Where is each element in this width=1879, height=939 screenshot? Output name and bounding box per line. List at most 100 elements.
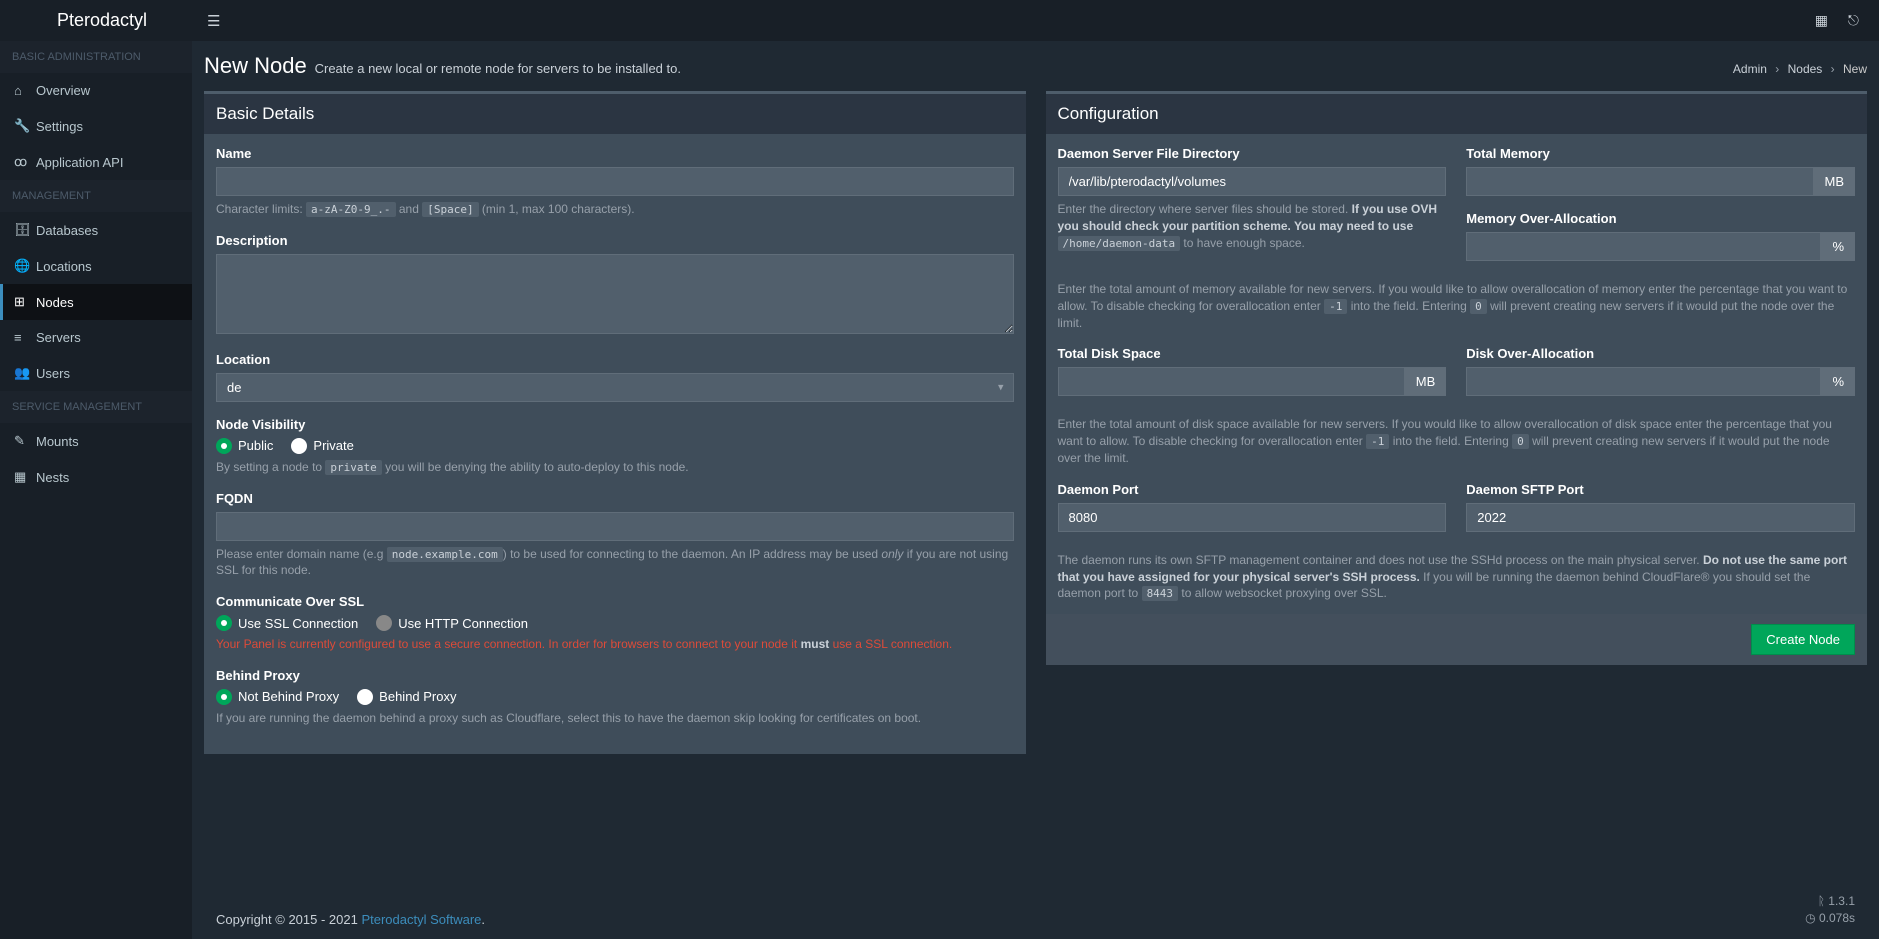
home-icon: ⌂ xyxy=(14,83,36,98)
sidebar-item-label: Nests xyxy=(36,470,69,485)
sidebar-item-label: Application API xyxy=(36,155,123,170)
memory-input[interactable] xyxy=(1466,167,1813,196)
radio-label: Public xyxy=(238,438,273,453)
sidebar-item-label: Users xyxy=(36,366,70,381)
sidebar-item-databases[interactable]: 🗄 Databases xyxy=(0,212,192,248)
memory-label: Total Memory xyxy=(1466,146,1855,161)
sidebar-item-nodes[interactable]: ⊞ Nodes xyxy=(0,284,192,320)
sftp-port-label: Daemon SFTP Port xyxy=(1466,482,1855,497)
sidebar-item-api[interactable]: ꝏ Application API xyxy=(0,144,192,180)
name-input[interactable] xyxy=(216,167,1014,196)
sidebar-item-label: Locations xyxy=(36,259,92,274)
code-branch-icon: ᚱ xyxy=(1818,894,1825,908)
disk-input[interactable] xyxy=(1058,367,1405,396)
memory-unit: MB xyxy=(1814,167,1856,196)
sidebar-item-label: Overview xyxy=(36,83,90,98)
page-title: New Node xyxy=(204,53,307,78)
breadcrumb-current: New xyxy=(1843,62,1867,76)
fqdn-input[interactable] xyxy=(216,512,1014,541)
wrench-icon: 🔧 xyxy=(14,118,36,134)
dashboard-icon[interactable]: ▦ xyxy=(1815,12,1828,29)
radio-label: Behind Proxy xyxy=(379,689,456,704)
proxy-help: If you are running the daemon behind a p… xyxy=(216,710,1014,727)
create-node-button[interactable]: Create Node xyxy=(1751,624,1855,655)
sidebar-item-nests[interactable]: ▦ Nests xyxy=(0,459,192,495)
sidebar-item-mounts[interactable]: ✎ Mounts xyxy=(0,423,192,459)
panel-title-basic: Basic Details xyxy=(204,94,1026,134)
radio-label: Use HTTP Connection xyxy=(398,616,528,631)
name-label: Name xyxy=(216,146,1014,161)
mem-over-label: Memory Over-Allocation xyxy=(1466,211,1855,226)
sidebar-item-settings[interactable]: 🔧 Settings xyxy=(0,108,192,144)
daemon-dir-input[interactable] xyxy=(1058,167,1447,196)
disk-over-unit: % xyxy=(1821,367,1855,396)
sftp-help: The daemon runs its own SFTP management … xyxy=(1058,552,1856,602)
ssl-use-http-radio[interactable]: Use HTTP Connection xyxy=(376,615,528,631)
location-label: Location xyxy=(216,352,1014,367)
server-icon: ≡ xyxy=(14,330,36,345)
sidebar-item-label: Nodes xyxy=(36,295,74,310)
radio-label: Private xyxy=(313,438,353,453)
sidebar-item-locations[interactable]: 🌐 Locations xyxy=(0,248,192,284)
ssl-warning: Your Panel is currently configured to us… xyxy=(216,636,1014,653)
sidebar-item-label: Databases xyxy=(36,223,98,238)
sidebar: BASIC ADMINISTRATION ⌂ Overview 🔧 Settin… xyxy=(0,41,192,939)
disk-over-label: Disk Over-Allocation xyxy=(1466,346,1855,361)
visibility-label: Node Visibility xyxy=(216,417,1014,432)
fqdn-label: FQDN xyxy=(216,491,1014,506)
name-help: Character limits: a-zA-Z0-9_.- and [Spac… xyxy=(216,201,1014,218)
users-icon: 👥 xyxy=(14,365,36,381)
magic-icon: ✎ xyxy=(14,433,36,449)
memory-help: Enter the total amount of memory availab… xyxy=(1058,281,1856,331)
logout-icon[interactable]: ⎋ xyxy=(1848,12,1859,29)
sidebar-item-servers[interactable]: ≡ Servers xyxy=(0,320,192,355)
daemon-dir-help: Enter the directory where server files s… xyxy=(1058,201,1447,251)
daemon-port-input[interactable] xyxy=(1058,503,1447,532)
panel-title-config: Configuration xyxy=(1046,94,1868,134)
footer-time: ◷ 0.078s xyxy=(1805,910,1855,927)
sidebar-item-label: Mounts xyxy=(36,434,79,449)
menu-toggle-icon[interactable]: ☰ xyxy=(192,12,220,30)
description-textarea[interactable] xyxy=(216,254,1014,334)
radio-icon xyxy=(216,689,232,705)
disk-label: Total Disk Space xyxy=(1058,346,1447,361)
ssl-label: Communicate Over SSL xyxy=(216,594,1014,609)
radio-icon xyxy=(291,438,307,454)
footer-link[interactable]: Pterodactyl Software xyxy=(361,912,481,927)
visibility-public-radio[interactable]: Public xyxy=(216,438,273,454)
breadcrumb-nodes[interactable]: Nodes xyxy=(1788,62,1823,76)
sidebar-section-mgmt: MANAGEMENT xyxy=(0,180,192,212)
proxy-yes-radio[interactable]: Behind Proxy xyxy=(357,689,456,705)
disk-over-input[interactable] xyxy=(1466,367,1821,396)
footer-version: ᚱ 1.3.1 xyxy=(1805,893,1855,910)
visibility-help: By setting a node to private you will be… xyxy=(216,459,1014,476)
radio-label: Use SSL Connection xyxy=(238,616,358,631)
footer-copyright: Copyright © 2015 - 2021 Pterodactyl Soft… xyxy=(216,912,485,927)
radio-icon xyxy=(216,438,232,454)
visibility-private-radio[interactable]: Private xyxy=(291,438,353,454)
sidebar-item-overview[interactable]: ⌂ Overview xyxy=(0,73,192,108)
disk-unit: MB xyxy=(1405,367,1447,396)
clock-icon: ◷ xyxy=(1805,911,1815,925)
proxy-label: Behind Proxy xyxy=(216,668,1014,683)
daemon-dir-label: Daemon Server File Directory xyxy=(1058,146,1447,161)
sftp-port-input[interactable] xyxy=(1466,503,1855,532)
ssl-use-ssl-radio[interactable]: Use SSL Connection xyxy=(216,615,358,631)
breadcrumb: Admin › Nodes › New xyxy=(1733,62,1867,76)
page-subtitle: Create a new local or remote node for se… xyxy=(315,61,681,76)
radio-label: Not Behind Proxy xyxy=(238,689,339,704)
sidebar-item-users[interactable]: 👥 Users xyxy=(0,355,192,391)
chevron-right-icon: › xyxy=(1775,62,1779,76)
mem-over-input[interactable] xyxy=(1466,232,1821,261)
location-select[interactable]: de xyxy=(216,373,1014,402)
mem-over-unit: % xyxy=(1821,232,1855,261)
radio-icon xyxy=(376,615,392,631)
sidebar-item-label: Servers xyxy=(36,330,81,345)
breadcrumb-admin[interactable]: Admin xyxy=(1733,62,1767,76)
logo[interactable]: Pterodactyl xyxy=(0,10,192,31)
description-label: Description xyxy=(216,233,1014,248)
proxy-not-radio[interactable]: Not Behind Proxy xyxy=(216,689,339,705)
fqdn-help: Please enter domain name (e.g node.examp… xyxy=(216,546,1014,580)
radio-icon xyxy=(216,615,232,631)
database-icon: 🗄 xyxy=(14,222,36,238)
